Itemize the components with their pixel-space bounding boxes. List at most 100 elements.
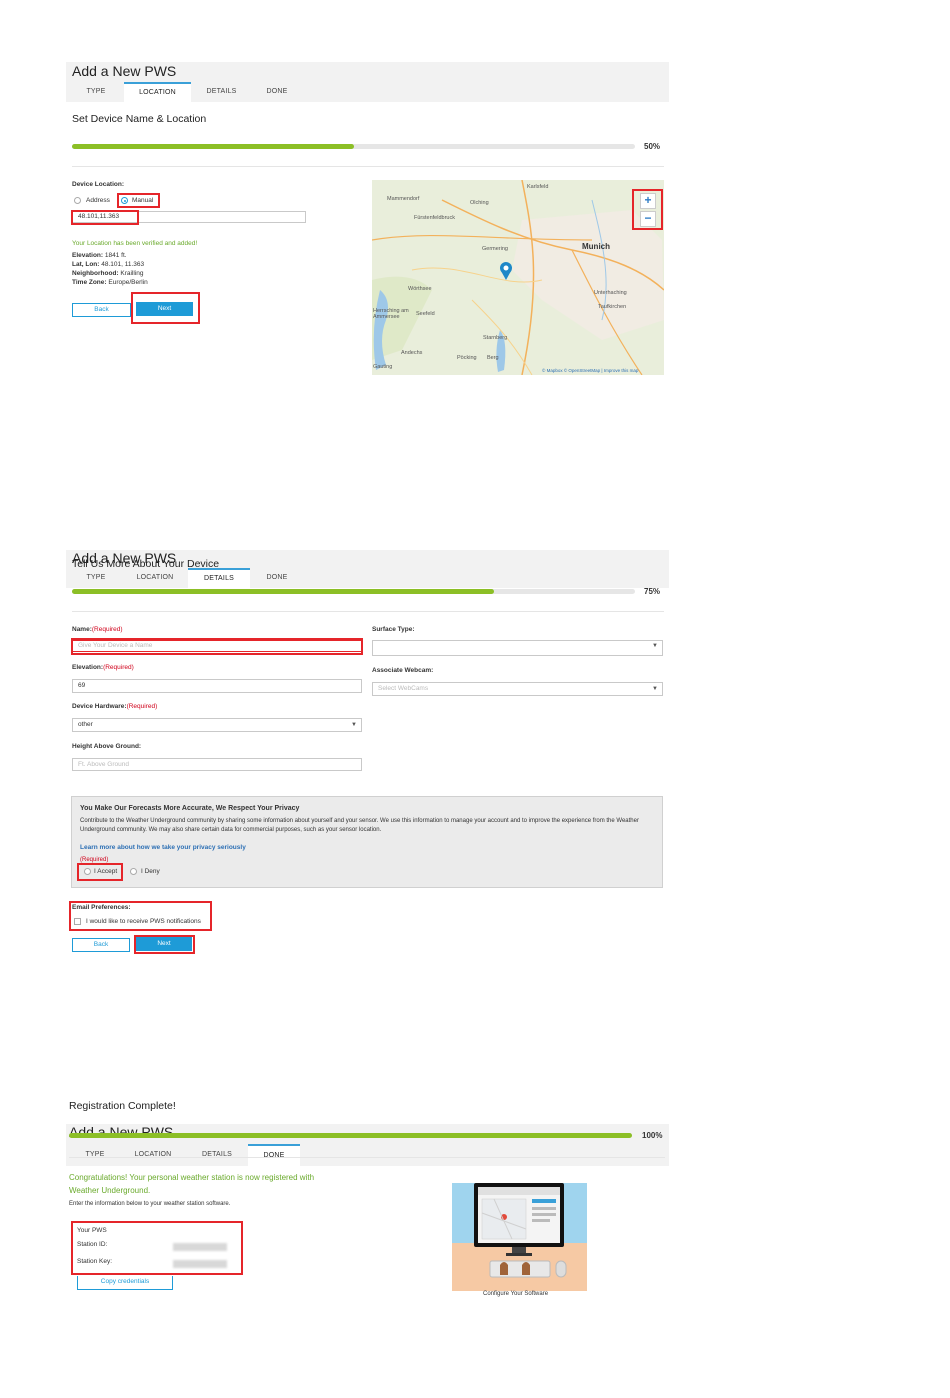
map-label: Mammendorf [387,196,420,202]
tab-location[interactable]: LOCATION [124,1144,182,1166]
name-label: Name:(Required) [72,626,123,633]
radio-manual[interactable] [121,197,128,204]
progress-bar [69,1133,632,1138]
divider [72,611,664,612]
elevation-label-text: Elevation: [72,664,104,671]
map-label: Andechs [401,350,423,356]
map-label: Pöcking [457,355,477,361]
tab-type[interactable]: TYPE [66,1144,124,1166]
elevation-input[interactable]: 69 [72,679,362,693]
webcam-placeholder: Select WebCams [378,685,429,692]
tab-details[interactable]: DETAILS [188,1144,246,1166]
map-label: Starnberg [483,335,508,341]
station-key-redacted [173,1260,227,1268]
progress-fill [72,144,354,149]
copy-credentials-button[interactable]: Copy credentials [77,1276,173,1290]
map-label: Berg [487,355,499,361]
hardware-label: Device Hardware:(Required) [72,703,157,710]
map-label: Gauting [373,364,393,370]
elevation-label: Elevation:(Required) [72,664,134,671]
progress-fill [72,589,495,594]
radio-manual-label: Manual [132,197,154,204]
elevation-label: Elevation: [72,252,104,259]
elevation-value: 1841 ft. [104,252,127,259]
deny-label: I Deny [141,868,160,875]
back-button[interactable]: Back [72,938,130,952]
station-id-label: Station ID: [77,1241,108,1248]
tab-details[interactable]: DETAILS [194,82,249,102]
neighborhood-value: Krailling [120,270,144,277]
progress-percent: 50% [644,142,661,151]
height-input[interactable]: Ft. Above Ground [72,758,362,771]
email-preferences-label: Email Preferences: [72,904,131,911]
surface-type-label: Surface Type: [372,626,415,633]
computer-illustration-icon [452,1183,587,1291]
tab-location[interactable]: LOCATION [124,82,191,102]
back-button[interactable]: Back [72,303,131,317]
accept-label: I Accept [94,868,118,875]
location-map[interactable]: Karlsfeld Mammendorf Olching Fürstenfeld… [372,180,664,375]
tab-done[interactable]: DONE [252,568,302,588]
coordinates-input[interactable]: 48.101,11.363 [72,211,306,223]
required-marker: (Required) [91,626,123,633]
required-marker: (Required) [80,857,109,863]
webcam-label: Associate Webcam: [372,667,434,674]
required-marker: (Required) [103,664,134,671]
email-checkbox[interactable] [74,918,81,925]
tab-type[interactable]: TYPE [66,568,126,588]
height-label: Height Above Ground: [72,743,142,750]
map-label: Taufkirchen [598,304,627,310]
zoom-out-button[interactable]: − [640,211,656,227]
privacy-panel: You Make Our Forecasts More Accurate, We… [71,796,663,888]
device-location-label: Device Location: [72,181,125,188]
tab-done[interactable]: DONE [252,82,302,102]
zoom-in-button[interactable]: + [640,193,656,209]
next-button[interactable]: Next [136,937,192,951]
page-title: Add a New PWS [72,63,177,79]
station-id-redacted [173,1243,227,1251]
credentials-box: Your PWS Station ID: Station Key: [72,1222,241,1274]
surface-type-select[interactable]: ▼ [372,640,663,656]
step-tabs: TYPE LOCATION DETAILS DONE [66,82,669,102]
radio-deny[interactable] [130,868,137,875]
tab-done[interactable]: DONE [248,1144,300,1166]
map-label: Unterhaching [594,290,627,296]
progress-bar [72,144,635,149]
map-label: Herrsching am Ammersee [373,308,409,320]
map-graphics [372,180,664,375]
station-key-label: Station Key: [77,1258,113,1265]
radio-address-label: Address [86,197,110,204]
credentials-title: Your PWS [77,1227,107,1234]
hardware-select[interactable]: other ▼ [72,718,362,732]
congrats-message-line1: Congratulations! Your personal weather s… [69,1173,315,1182]
webcam-select[interactable]: Select WebCams ▼ [372,682,663,696]
radio-accept[interactable] [84,868,91,875]
privacy-link[interactable]: Learn more about how we take your privac… [80,844,246,851]
map-label: Germering [482,246,508,252]
progress-percent: 75% [644,587,661,596]
name-label-text: Name: [72,626,92,633]
radio-address[interactable] [74,197,81,204]
map-attribution[interactable]: © Mapbox © OpenStreetMap | Improve this … [542,368,638,373]
map-city-label: Munich [582,242,610,251]
instruction-text: Enter the information below to your weat… [69,1201,231,1207]
privacy-title: You Make Our Forecasts More Accurate, We… [80,805,300,812]
tab-details[interactable]: DETAILS [188,568,250,588]
name-input[interactable]: Give Your Device a Name [72,640,362,652]
configure-illustration [452,1183,587,1291]
tab-type[interactable]: TYPE [66,82,126,102]
email-option-label: I would like to receive PWS notification… [86,918,201,925]
next-button[interactable]: Next [136,302,193,316]
section-title: Tell Us More About Your Device [72,558,220,570]
neighborhood-label: Neighborhood: [72,270,119,277]
progress-percent: 100% [642,1131,663,1140]
divider [72,166,664,167]
chevron-down-icon: ▼ [351,722,357,728]
section-title: Registration Complete! [69,1100,176,1112]
congrats-message-line2: Weather Underground. [69,1186,151,1195]
step-tabs: TYPE LOCATION DETAILS DONE [66,1144,669,1166]
privacy-body: Contribute to the Weather Underground co… [80,818,639,833]
tab-location[interactable]: LOCATION [126,568,184,588]
section-title: Set Device Name & Location [72,113,207,125]
step3-header: Add a New PWS TYPE LOCATION DETAILS DONE [66,1124,669,1166]
